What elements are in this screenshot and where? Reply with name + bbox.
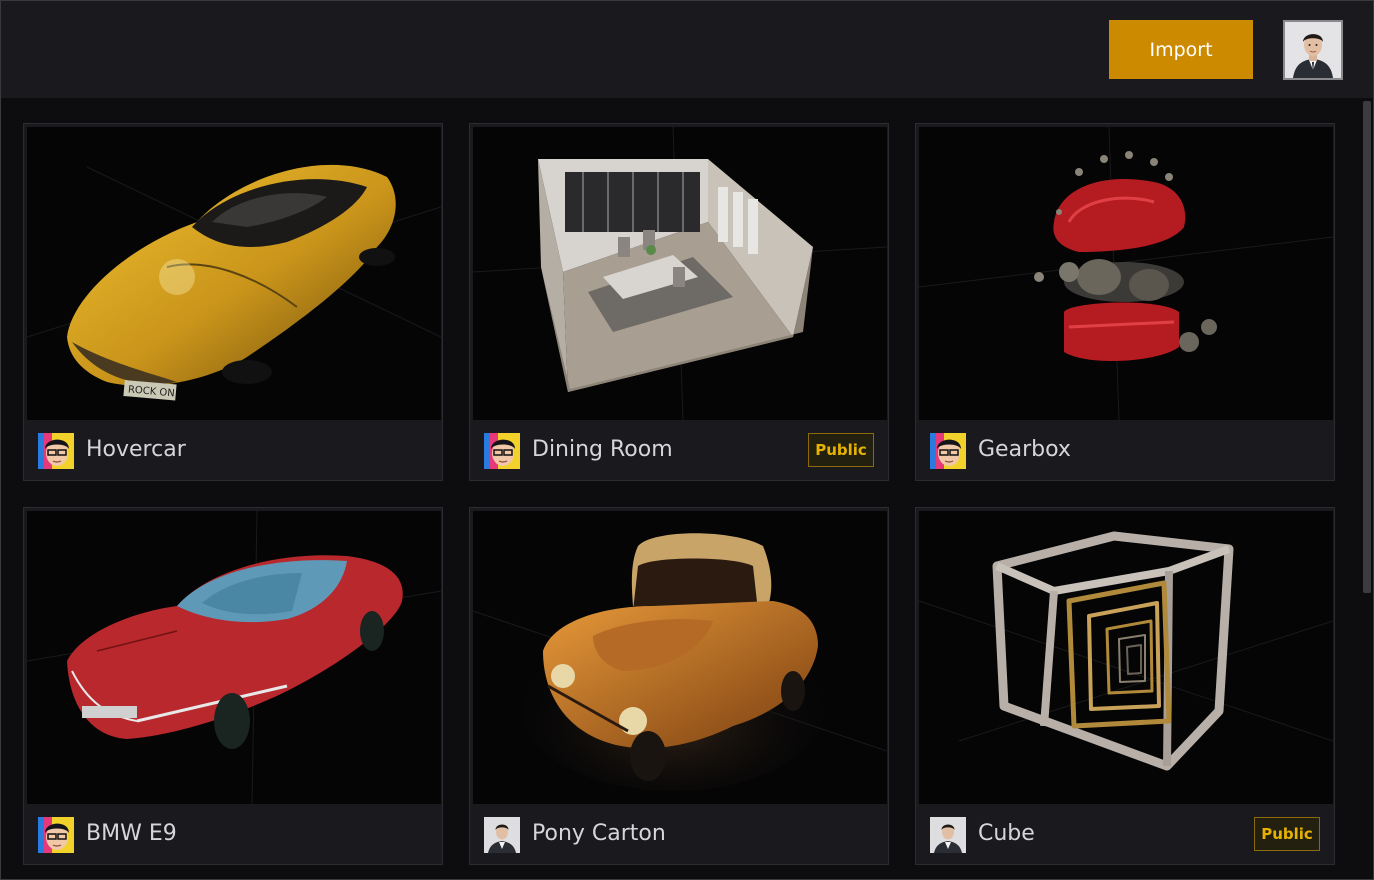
card-footer: Pony Carton (470, 805, 888, 864)
anime-avatar-icon (484, 433, 520, 469)
model-card-dining-room[interactable]: Dining Room Public (469, 123, 889, 481)
pony-carton-model-thumbnail (473, 533, 887, 791)
model-title: BMW E9 (86, 821, 177, 846)
anime-avatar-icon (38, 817, 74, 853)
model-card-gearbox[interactable]: Gearbox (915, 123, 1335, 481)
import-button[interactable]: Import (1109, 20, 1253, 79)
model-card-pony-carton[interactable]: Pony Carton (469, 507, 889, 865)
model-card-bmw-e9[interactable]: BMW E9 (23, 507, 443, 865)
model-title: Cube (978, 821, 1035, 846)
owner-avatar-icon (484, 433, 520, 469)
card-footer: Cube Public (916, 805, 1334, 864)
app-window: Import ROCK ON Hovercar Dining Room Publ… (0, 0, 1374, 880)
anime-avatar-icon (38, 433, 74, 469)
model-preview[interactable]: ROCK ON (27, 127, 441, 420)
owner-avatar-icon (38, 817, 74, 853)
photo-avatar-icon (930, 817, 966, 853)
user-avatar-icon[interactable] (1283, 20, 1343, 80)
owner-avatar-icon (38, 433, 74, 469)
photo-avatar-icon (484, 817, 520, 853)
public-badge: Public (808, 433, 874, 467)
gearbox-model-thumbnail (919, 127, 1333, 420)
top-bar: Import (1, 1, 1373, 98)
cube-model-thumbnail (919, 531, 1333, 771)
anime-avatar-icon (930, 433, 966, 469)
model-title: Dining Room (532, 437, 673, 462)
card-footer: Hovercar (24, 421, 442, 480)
model-title: Pony Carton (532, 821, 666, 846)
public-badge: Public (1254, 817, 1320, 851)
owner-avatar-icon (484, 817, 520, 853)
card-footer: Dining Room Public (470, 421, 888, 480)
hovercar-model-thumbnail: ROCK ON (27, 164, 441, 401)
model-preview[interactable] (473, 127, 887, 420)
owner-avatar-icon (930, 817, 966, 853)
model-title: Gearbox (978, 437, 1071, 462)
model-card-cube[interactable]: Cube Public (915, 507, 1335, 865)
bmw-e9-model-thumbnail (27, 511, 441, 804)
model-preview[interactable] (473, 511, 887, 804)
owner-avatar-icon (930, 433, 966, 469)
dining-room-model-thumbnail (473, 127, 887, 420)
model-title: Hovercar (86, 437, 186, 462)
user-photo-icon (1285, 22, 1341, 78)
model-preview[interactable] (919, 127, 1333, 420)
scrollbar-thumb[interactable] (1363, 101, 1371, 593)
model-preview[interactable] (27, 511, 441, 804)
model-preview[interactable] (919, 511, 1333, 804)
card-footer: BMW E9 (24, 805, 442, 864)
model-card-hovercar[interactable]: ROCK ON Hovercar (23, 123, 443, 481)
card-footer: Gearbox (916, 421, 1334, 480)
